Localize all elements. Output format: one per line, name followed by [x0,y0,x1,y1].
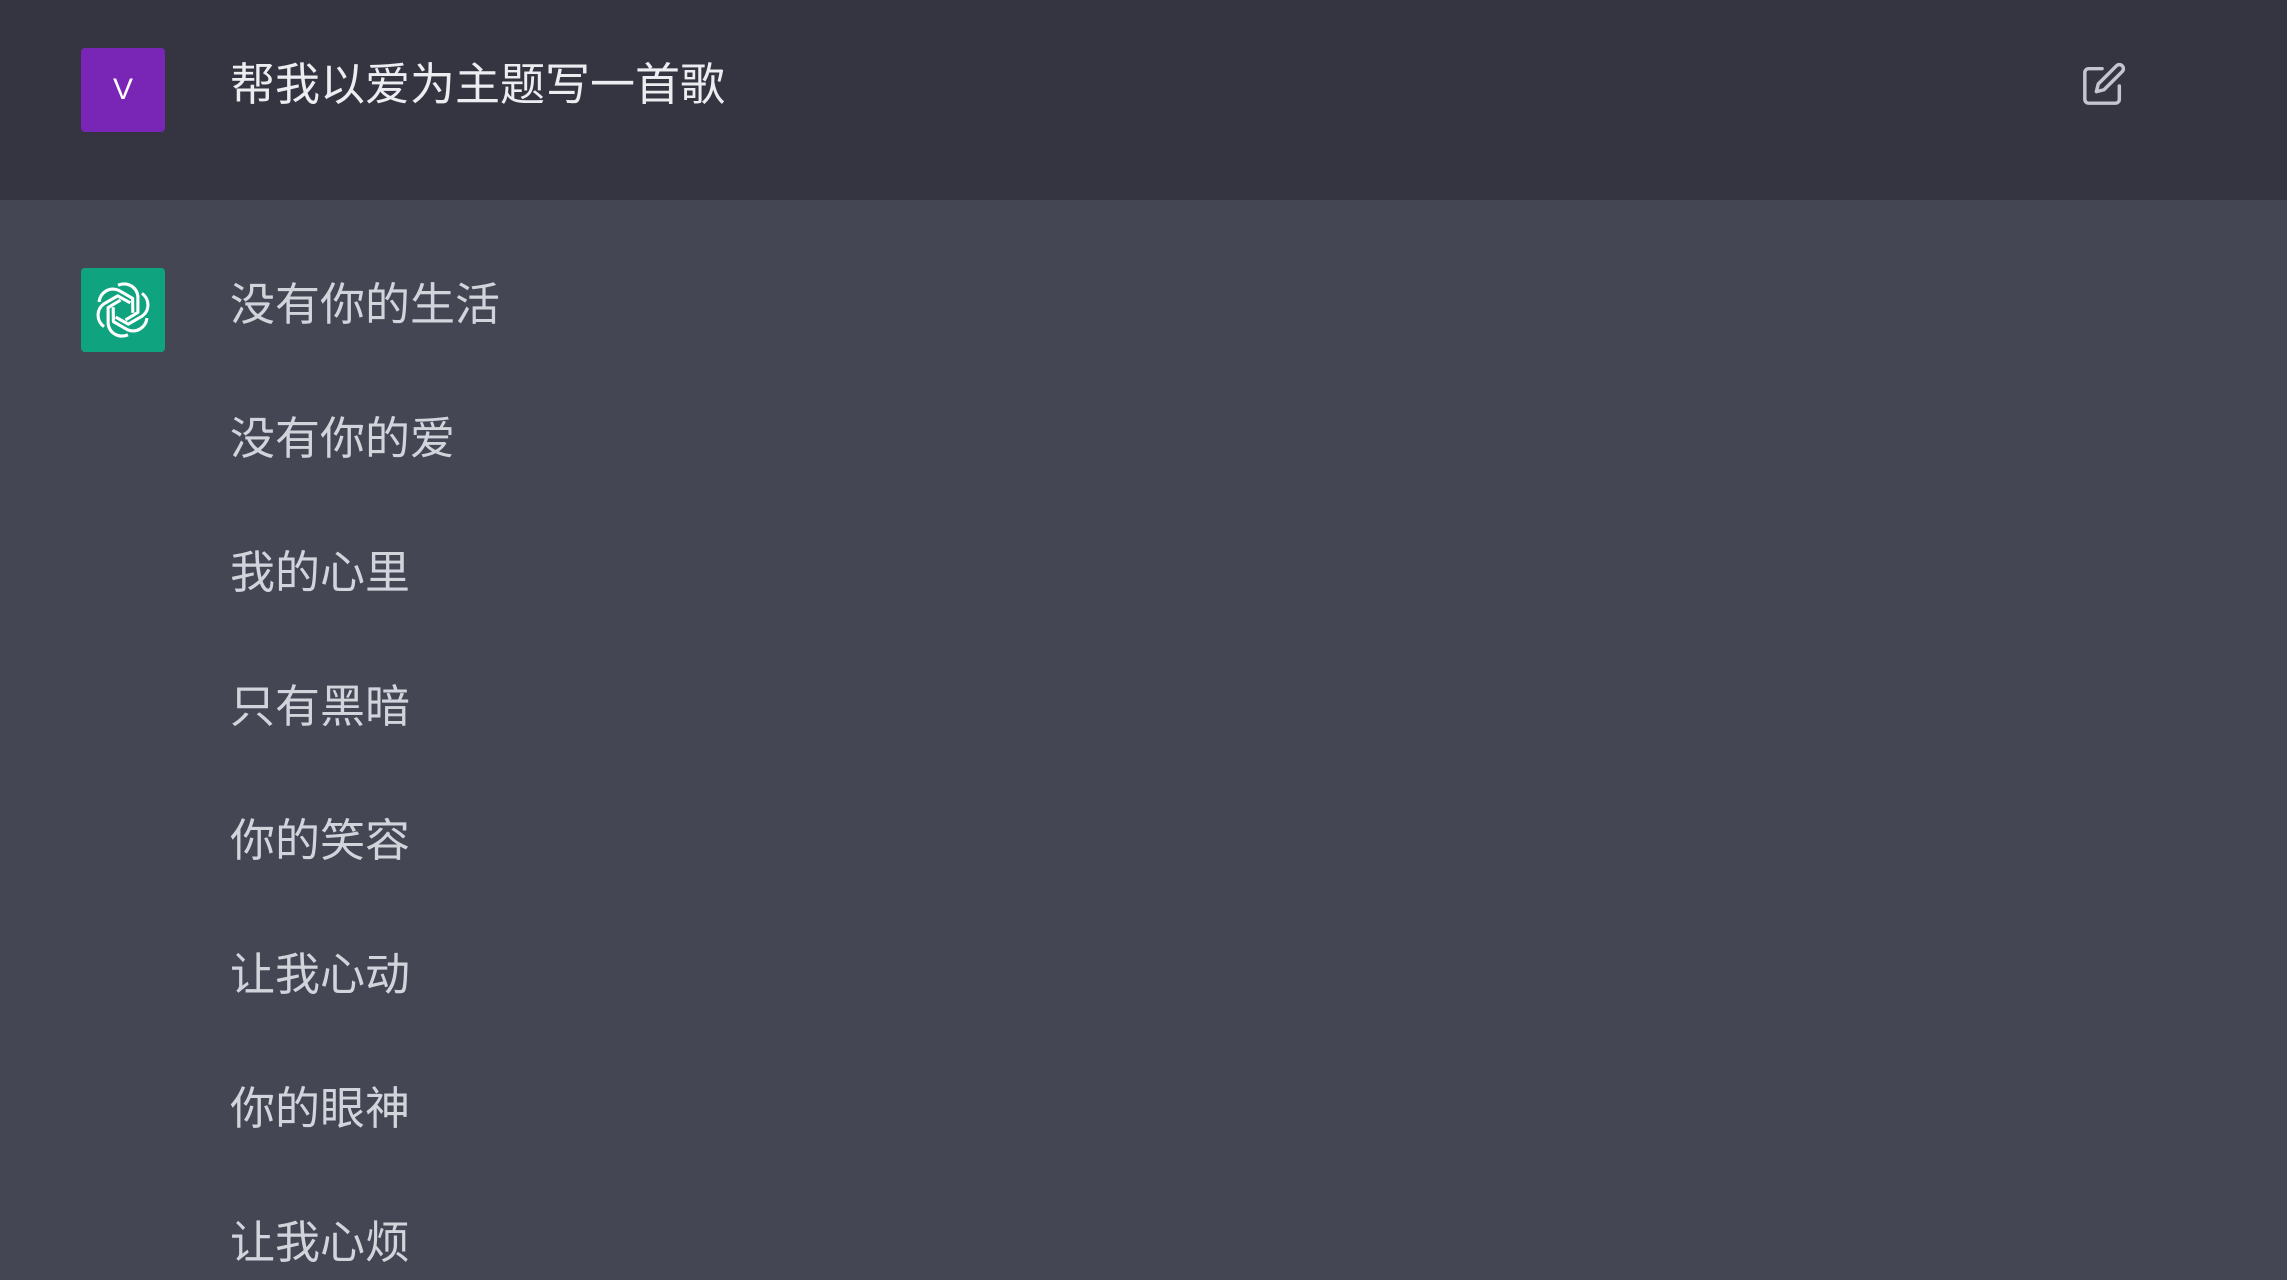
assistant-avatar [81,268,165,352]
chat-page: V 帮我以爱为主题写一首歌 没有你的生活 没有你的爱 我的心里 只有黑暗 你的笑… [0,0,2287,1280]
response-line: 只有黑暗 [230,680,411,733]
response-line: 让我心烦 [230,1216,411,1269]
user-message-row: V 帮我以爱为主题写一首歌 [0,0,2287,200]
edit-message-button[interactable] [2076,56,2132,112]
assistant-response-lines: 没有你的生活 没有你的爱 我的心里 只有黑暗 你的笑容 让我心动 你的眼神 让我… [230,270,500,1280]
assistant-message-row: 没有你的生活 没有你的爱 我的心里 只有黑暗 你的笑容 让我心动 你的眼神 让我… [0,200,2287,1280]
response-line: 我的心里 [230,546,411,599]
edit-icon [2083,62,2126,105]
user-avatar-letter: V [112,73,133,106]
response-line: 你的笑容 [230,814,411,867]
response-line: 没有你的爱 [230,412,456,465]
user-message-text: 帮我以爱为主题写一首歌 [230,58,726,111]
user-avatar: V [81,48,165,132]
response-line: 没有你的生活 [230,278,501,331]
response-line: 让我心动 [230,948,411,1001]
openai-logo-icon [92,282,154,338]
response-line: 你的眼神 [230,1082,411,1135]
